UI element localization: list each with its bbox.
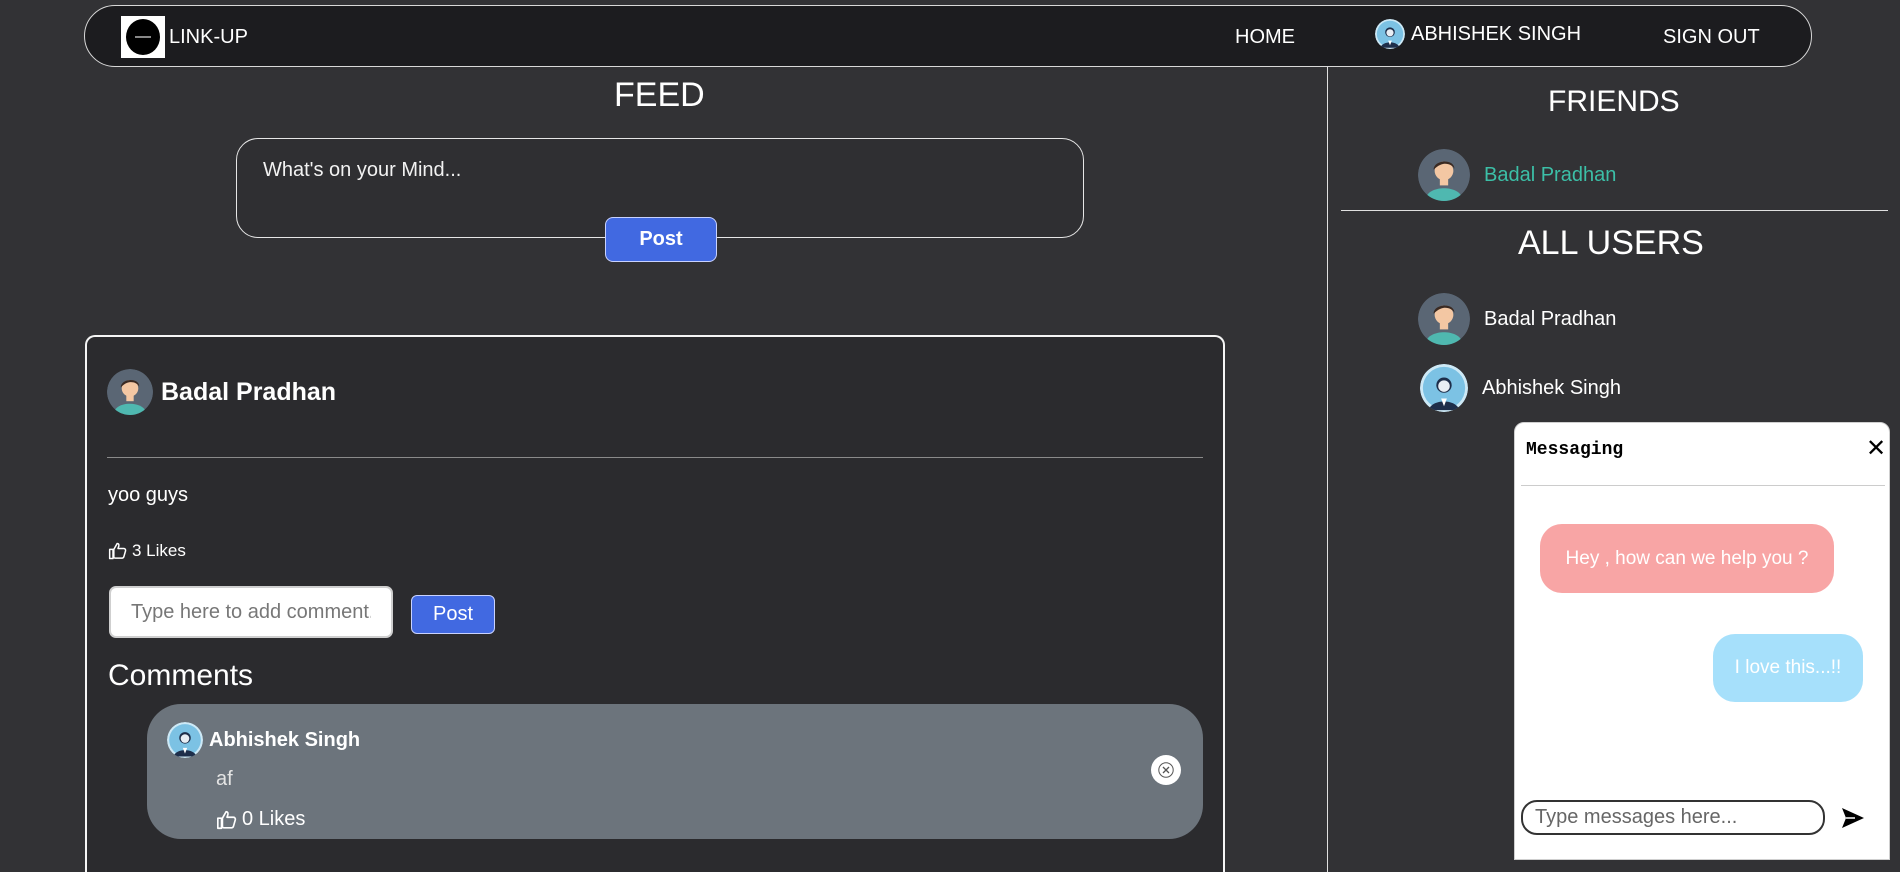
comment-post-button[interactable]: Post [411, 595, 495, 634]
comment-avatar-icon [167, 722, 203, 758]
nav-profile-label: ABHISHEK SINGH [1411, 22, 1582, 45]
sign-out-link[interactable]: SIGN OUT [1663, 26, 1760, 49]
linkup-logo[interactable] [121, 16, 165, 58]
post-author[interactable]: Badal Pradhan [107, 369, 336, 415]
thumbs-up-icon [216, 809, 238, 831]
send-icon[interactable] [1840, 806, 1866, 830]
delete-comment-button[interactable] [1151, 755, 1181, 785]
incoming-message: Hey , how can we help you ? [1540, 524, 1834, 593]
user-item[interactable]: Abhishek Singh [1420, 364, 1621, 412]
messaging-panel: Messaging ✕ Hey , how can we help you ? … [1514, 422, 1890, 860]
post-author-name: Badal Pradhan [161, 377, 337, 406]
sidebar-divider [1341, 210, 1888, 211]
messaging-title: Messaging [1526, 440, 1624, 460]
author-avatar-icon [107, 369, 153, 415]
comment-text: af [216, 768, 233, 790]
user-avatar-icon [1420, 364, 1468, 412]
outgoing-message: I love this...!! [1713, 634, 1863, 702]
user-avatar-icon [1418, 293, 1470, 345]
post-like-button[interactable]: 3 Likes [108, 541, 186, 561]
message-input[interactable] [1521, 800, 1825, 835]
comments-heading: Comments [108, 659, 254, 692]
comment-author[interactable]: Abhishek Singh [167, 722, 360, 758]
user-name: Badal Pradhan [1484, 307, 1617, 330]
close-icon [1158, 762, 1174, 778]
comment-like-count: 0 Likes [242, 808, 306, 830]
friend-item[interactable]: Badal Pradhan [1418, 149, 1616, 201]
nav-profile-link[interactable]: ABHISHEK SINGH [1375, 19, 1581, 49]
messaging-divider [1521, 485, 1885, 486]
top-navbar: LINK-UP HOME ABHISHEK SINGH SIGN OUT [84, 5, 1812, 67]
all-users-title: ALL USERS [1518, 224, 1704, 262]
comment-author-name: Abhishek Singh [209, 728, 361, 751]
comment-item: Abhishek Singh af 0 Likes [147, 704, 1203, 839]
user-name: Abhishek Singh [1482, 376, 1621, 399]
user-item[interactable]: Badal Pradhan [1418, 293, 1616, 345]
friends-title: FRIENDS [1548, 85, 1680, 118]
close-messaging-button[interactable]: ✕ [1866, 434, 1886, 463]
friend-avatar-icon [1418, 149, 1470, 201]
post-card: Badal Pradhan yoo guys 3 Likes Post Comm… [85, 335, 1225, 872]
nav-home-link[interactable]: HOME [1235, 26, 1295, 49]
comment-input[interactable] [109, 586, 393, 638]
post-divider [107, 457, 1203, 458]
brand-name[interactable]: LINK-UP [169, 26, 248, 49]
post-like-count: 3 Likes [132, 541, 186, 560]
user-avatar-icon [1375, 19, 1405, 49]
friend-name: Badal Pradhan [1484, 163, 1617, 186]
comment-like-button[interactable]: 0 Likes [216, 808, 305, 831]
post-body-text: yoo guys [108, 484, 189, 506]
sidebar-separator [1327, 67, 1328, 872]
feed-title: FEED [614, 76, 705, 114]
thumbs-up-icon [108, 541, 128, 561]
post-submit-button[interactable]: Post [605, 217, 717, 262]
